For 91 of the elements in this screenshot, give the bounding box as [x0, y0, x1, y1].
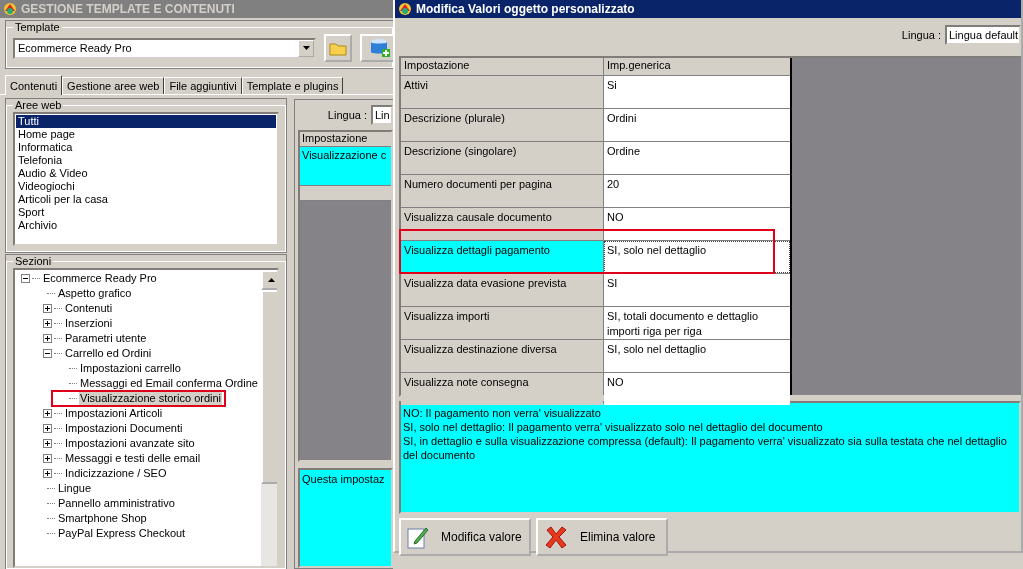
list-item[interactable]: Telefonia — [16, 154, 276, 167]
scroll-thumb[interactable] — [261, 290, 277, 484]
group-label: Template — [14, 21, 61, 33]
expand-icon[interactable] — [43, 334, 52, 343]
tree-item[interactable]: Ecommerce Ready Pro — [42, 272, 158, 285]
value-cell[interactable]: SI — [604, 274, 790, 306]
tree-item[interactable]: Parametri utente — [64, 332, 148, 345]
tree-item[interactable]: Messaggi ed Email conferma Ordine — [79, 377, 259, 390]
setting-cell[interactable]: Attivi — [401, 76, 603, 108]
expand-icon[interactable] — [43, 409, 52, 418]
tree-item[interactable]: Aspetto grafico — [57, 287, 133, 300]
table-cell[interactable]: Visualizzazione c — [300, 147, 391, 186]
list-item[interactable]: Archivio — [16, 219, 276, 232]
collapse-icon[interactable] — [21, 274, 30, 283]
tree-item[interactable]: Impostazioni Articoli — [64, 407, 164, 420]
value-cell[interactable]: SI, solo nel dettaglio — [604, 340, 790, 372]
language-dropdown[interactable]: Lingua default — [945, 25, 1021, 45]
value-cell[interactable]: NO — [604, 373, 790, 405]
value-cell[interactable]: Ordine — [604, 142, 790, 174]
tree-item[interactable]: PayPal Express Checkout — [57, 527, 187, 540]
template-dropdown[interactable]: Ecommerce Ready Pro — [13, 37, 316, 59]
tab[interactable]: File aggiuntivi — [164, 77, 242, 94]
column-header: Impostazione — [401, 58, 603, 75]
language-dropdown[interactable]: Lin — [371, 105, 393, 125]
language-label: Lingua : — [327, 109, 367, 121]
edit-value-button[interactable]: Modifica valore — [399, 518, 531, 556]
dropdown-arrow-icon — [302, 46, 310, 50]
column-header: Impostazione — [300, 132, 391, 147]
setting-cell[interactable]: Visualizza data evasione prevista — [401, 274, 603, 306]
tree-item[interactable]: Pannello amministrativo — [57, 497, 176, 510]
delete-value-button[interactable]: Elimina valore — [536, 518, 668, 556]
tree-item[interactable]: Impostazioni Documenti — [64, 422, 184, 435]
list-item[interactable]: Informatica — [16, 141, 276, 154]
list-item[interactable]: Sport — [16, 206, 276, 219]
value-cell[interactable]: Si — [604, 76, 790, 108]
column-header: Imp.generica — [604, 58, 790, 75]
description-text: NO: Il pagamento non verra' visualizzato SI, solo nel dettaglio: Il pagamento verra' visualizzato solo nel dettaglio del documento SI, in dettaglio e sulla visualizzazione compressa (default): Il pagamento verra' visualizzato sia sulla testata che nel dettaglio del documento — [399, 401, 1021, 514]
description-box: Questa impostaz — [298, 468, 393, 568]
dialog-title: Modifica Valori oggetto personalizzato — [416, 2, 635, 16]
expand-icon[interactable] — [43, 424, 52, 433]
database-add-icon — [369, 37, 391, 59]
value-cell[interactable]: Ordini — [604, 109, 790, 141]
value-cell[interactable]: SI, totali documento e dettaglio importi riga per riga — [604, 307, 790, 339]
value-cell[interactable]: NO — [604, 208, 790, 240]
tree-item[interactable]: Inserzioni — [64, 317, 114, 330]
expand-icon[interactable] — [43, 454, 52, 463]
setting-cell[interactable]: Visualizza note consegna — [401, 373, 603, 405]
up-arrow-icon — [267, 278, 275, 282]
window-title: GESTIONE TEMPLATE E CONTENUTI — [21, 2, 235, 16]
setting-cell[interactable]: Descrizione (plurale) — [401, 109, 603, 141]
tree-item[interactable]: Smartphone Shop — [57, 512, 148, 525]
tree-item[interactable]: Messaggi e testi delle email — [64, 452, 202, 465]
app-logo-icon — [397, 2, 413, 16]
edit-document-icon — [407, 525, 429, 549]
delete-x-icon — [544, 525, 568, 549]
list-item[interactable]: Videogiochi — [16, 180, 276, 193]
app-logo-icon — [2, 2, 18, 16]
tree-item[interactable]: Impostazioni carrello — [79, 362, 182, 375]
tree-item[interactable]: Indicizzazione / SEO — [64, 467, 168, 480]
expand-icon[interactable] — [43, 304, 52, 313]
setting-cell[interactable]: Visualizza destinazione diversa — [401, 340, 603, 372]
tree-item[interactable]: Impostazioni avanzate sito — [64, 437, 196, 450]
tree-item[interactable]: Carrello ed Ordini — [64, 347, 153, 360]
expand-icon[interactable] — [43, 469, 52, 478]
setting-cell[interactable]: Visualizza dettagli pagamento — [401, 241, 603, 273]
add-database-button[interactable] — [360, 34, 393, 62]
tab[interactable]: Gestione aree web — [62, 77, 165, 94]
scroll-up-button[interactable] — [261, 270, 277, 290]
scrollbar[interactable] — [261, 270, 277, 566]
value-cell[interactable]: 20 — [604, 175, 790, 207]
value-cell[interactable]: SI, solo nel dettaglio — [604, 241, 790, 273]
group-label: Sezioni — [14, 255, 53, 267]
expand-icon[interactable] — [43, 439, 52, 448]
list-item[interactable]: Home page — [16, 128, 276, 141]
tree-item[interactable]: Visualizzazione storico ordini — [79, 392, 223, 405]
expand-icon[interactable] — [43, 319, 52, 328]
setting-cell[interactable]: Numero documenti per pagina — [401, 175, 603, 207]
setting-cell[interactable]: Visualizza importi — [401, 307, 603, 339]
list-item[interactable]: Tutti — [16, 115, 276, 128]
tree-item[interactable]: Lingue — [57, 482, 93, 495]
setting-cell[interactable]: Visualizza causale documento — [401, 208, 603, 240]
list-item[interactable]: Audio & Video — [16, 167, 276, 180]
folder-icon — [329, 40, 347, 56]
tab[interactable]: Contenuti — [5, 75, 63, 95]
list-item[interactable]: Articoli per la casa — [16, 193, 276, 206]
group-label: Aree web — [14, 99, 63, 111]
tab[interactable]: Template e plugins — [241, 77, 344, 94]
setting-cell[interactable]: Descrizione (singolare) — [401, 142, 603, 174]
tree-item[interactable]: Contenuti — [64, 302, 114, 315]
collapse-icon[interactable] — [43, 349, 52, 358]
language-label: Lingua : — [901, 29, 941, 41]
